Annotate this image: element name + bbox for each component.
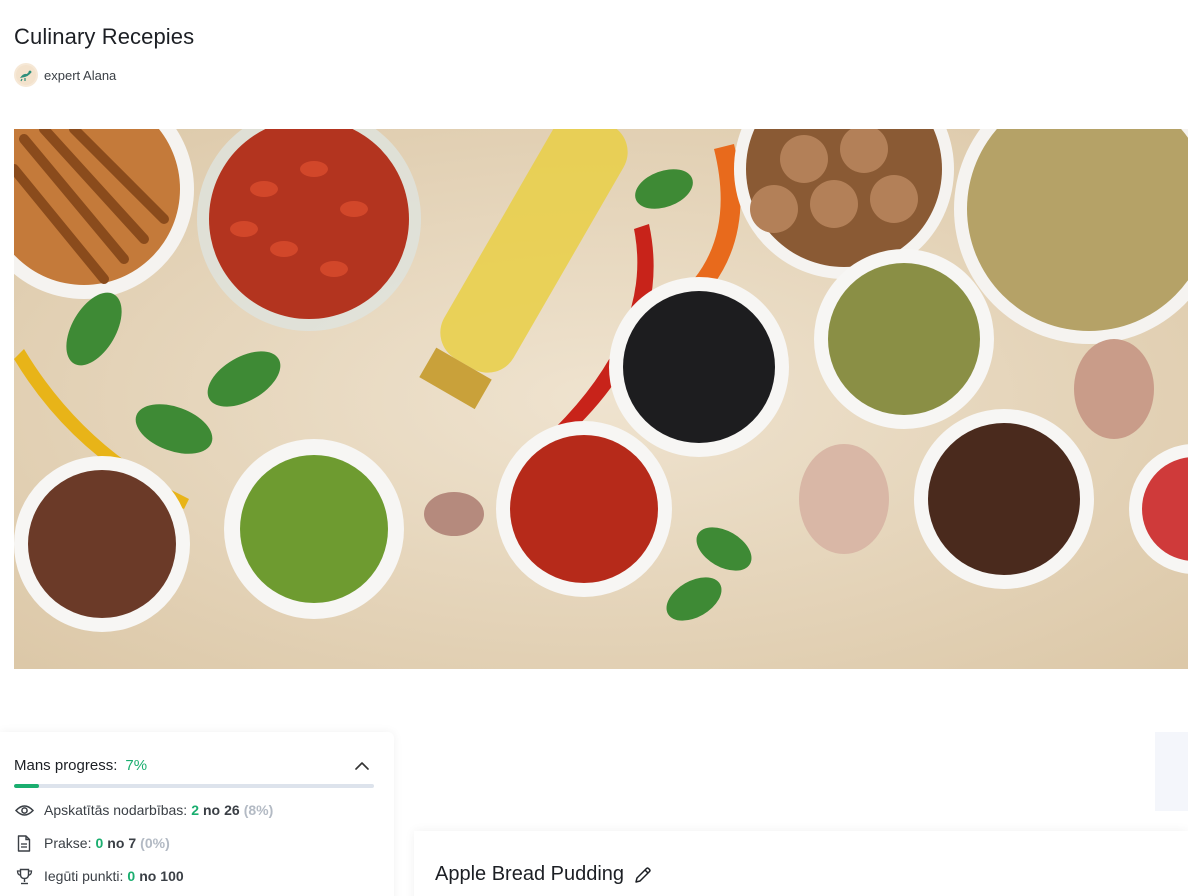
avatar	[14, 63, 38, 87]
stat-viewed-lessons: Apskatītās nodarbības: 2 no 26 (8%)	[14, 800, 273, 820]
pencil-icon	[635, 866, 651, 883]
progress-label: Mans progress:	[14, 757, 118, 774]
stat-of: no	[107, 835, 125, 851]
stat-label: Prakse:	[44, 835, 92, 851]
progress-card: Mans progress: 7% Apskatītās nodarbības:…	[0, 732, 394, 896]
progress-bar	[14, 784, 374, 788]
stat-label: Iegūti punkti:	[44, 868, 124, 884]
stat-label: Apskatītās nodarbības:	[44, 802, 188, 818]
author[interactable]: expert Alana	[14, 63, 116, 87]
lesson-card: Apple Bread Pudding	[414, 831, 1188, 896]
stat-done: 2	[191, 802, 199, 818]
stat-percent: (8%)	[243, 802, 274, 818]
progress-bar-fill	[14, 784, 40, 788]
trophy-icon	[14, 866, 34, 886]
stat-practice: Prakse: 0 no 7 (0%)	[14, 833, 170, 853]
chevron-up-icon	[355, 761, 369, 770]
lesson-title: Apple Bread Pudding	[435, 863, 625, 885]
progress-header: Mans progress: 7%	[14, 757, 147, 774]
side-panel-tab[interactable]	[1155, 732, 1188, 811]
document-icon	[14, 833, 34, 853]
hero-image	[14, 129, 1188, 669]
stat-total: 7	[128, 835, 137, 851]
stat-of: no	[203, 802, 221, 818]
stat-done: 0	[95, 835, 104, 851]
stat-of: no	[139, 868, 157, 884]
author-name: expert Alana	[44, 67, 117, 83]
page-title: Culinary Recepies	[14, 24, 195, 49]
progress-percent: 7%	[125, 757, 148, 774]
stat-total: 100	[160, 868, 184, 884]
collapse-button[interactable]	[352, 756, 372, 774]
stat-done: 0	[127, 868, 136, 884]
stat-percent: (0%)	[140, 835, 170, 851]
stat-points: Iegūti punkti: 0 no 100	[14, 866, 184, 886]
lesson-title-row: Apple Bread Pudding	[435, 863, 654, 886]
eye-icon	[14, 800, 34, 820]
edit-button[interactable]	[632, 864, 654, 886]
stat-total: 26	[224, 802, 240, 818]
